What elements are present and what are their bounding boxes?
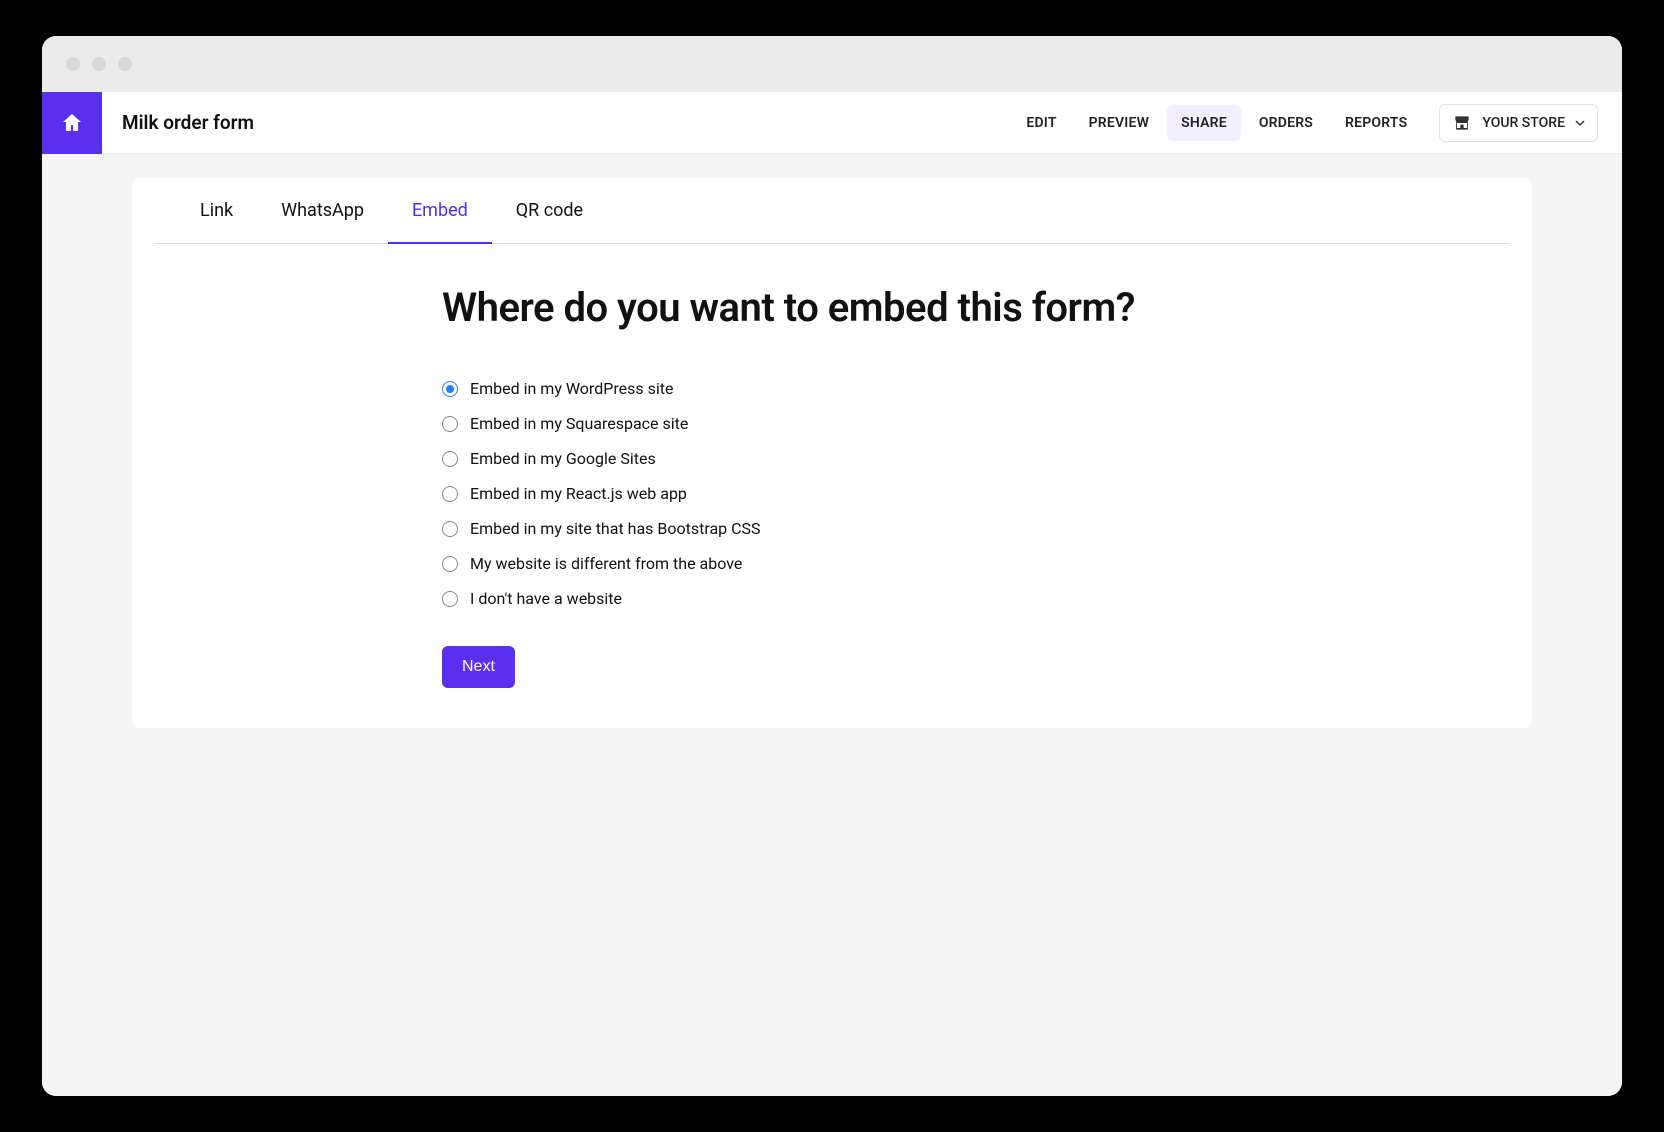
page-title: Milk order form xyxy=(122,111,254,134)
radio-button[interactable] xyxy=(442,556,458,572)
share-tabs: Link WhatsApp Embed QR code xyxy=(154,178,1510,244)
your-store-dropdown[interactable]: YOUR STORE xyxy=(1439,104,1598,142)
embed-option-label: Embed in my Squarespace site xyxy=(470,414,688,433)
embed-option-row[interactable]: Embed in my Google Sites xyxy=(442,449,1222,468)
top-nav: EDIT PREVIEW SHARE ORDERS REPORTS xyxy=(1012,105,1421,141)
tab-qrcode[interactable]: QR code xyxy=(492,178,607,243)
chevron-down-icon xyxy=(1575,118,1585,128)
window-zoom-dot[interactable] xyxy=(118,57,132,71)
embed-panel: Where do you want to embed this form? Em… xyxy=(422,284,1242,688)
home-icon xyxy=(60,111,84,135)
app-body: Milk order form EDIT PREVIEW SHARE ORDER… xyxy=(42,92,1622,1096)
embed-option-label: Embed in my Google Sites xyxy=(470,449,656,468)
embed-option-label: Embed in my React.js web app xyxy=(470,484,687,503)
embed-heading: Where do you want to embed this form? xyxy=(442,284,1222,331)
home-button[interactable] xyxy=(42,92,102,154)
embed-option-row[interactable]: Embed in my Squarespace site xyxy=(442,414,1222,433)
embed-option-label: Embed in my site that has Bootstrap CSS xyxy=(470,519,761,538)
radio-button[interactable] xyxy=(442,486,458,502)
tab-link[interactable]: Link xyxy=(176,178,257,243)
embed-option-label: Embed in my WordPress site xyxy=(470,379,673,398)
your-store-label: YOUR STORE xyxy=(1482,115,1565,131)
nav-reports[interactable]: REPORTS xyxy=(1331,105,1421,141)
nav-preview[interactable]: PREVIEW xyxy=(1075,105,1163,141)
tab-embed[interactable]: Embed xyxy=(388,178,492,243)
nav-orders[interactable]: ORDERS xyxy=(1245,105,1327,141)
embed-option-row[interactable]: Embed in my site that has Bootstrap CSS xyxy=(442,519,1222,538)
radio-dot-icon xyxy=(446,385,454,393)
store-icon xyxy=(1452,113,1472,133)
radio-button[interactable] xyxy=(442,416,458,432)
embed-option-row[interactable]: My website is different from the above xyxy=(442,554,1222,573)
window-minimize-dot[interactable] xyxy=(92,57,106,71)
tab-whatsapp[interactable]: WhatsApp xyxy=(257,178,388,243)
content-area: Link WhatsApp Embed QR code Where do you… xyxy=(42,154,1622,752)
radio-button[interactable] xyxy=(442,451,458,467)
embed-option-label: My website is different from the above xyxy=(470,554,742,573)
browser-frame: Milk order form EDIT PREVIEW SHARE ORDER… xyxy=(42,36,1622,1096)
share-card: Link WhatsApp Embed QR code Where do you… xyxy=(132,178,1532,728)
embed-option-row[interactable]: Embed in my WordPress site xyxy=(442,379,1222,398)
nav-share[interactable]: SHARE xyxy=(1167,105,1241,141)
embed-option-row[interactable]: Embed in my React.js web app xyxy=(442,484,1222,503)
window-titlebar xyxy=(42,36,1622,92)
embed-option-label: I don't have a website xyxy=(470,589,622,608)
radio-button[interactable] xyxy=(442,521,458,537)
topbar: Milk order form EDIT PREVIEW SHARE ORDER… xyxy=(42,92,1622,154)
window-close-dot[interactable] xyxy=(66,57,80,71)
embed-option-row[interactable]: I don't have a website xyxy=(442,589,1222,608)
nav-edit[interactable]: EDIT xyxy=(1012,105,1070,141)
embed-options: Embed in my WordPress site Embed in my Sq… xyxy=(442,379,1222,608)
radio-button[interactable] xyxy=(442,591,458,607)
next-button[interactable]: Next xyxy=(442,646,515,688)
radio-button[interactable] xyxy=(442,381,458,397)
